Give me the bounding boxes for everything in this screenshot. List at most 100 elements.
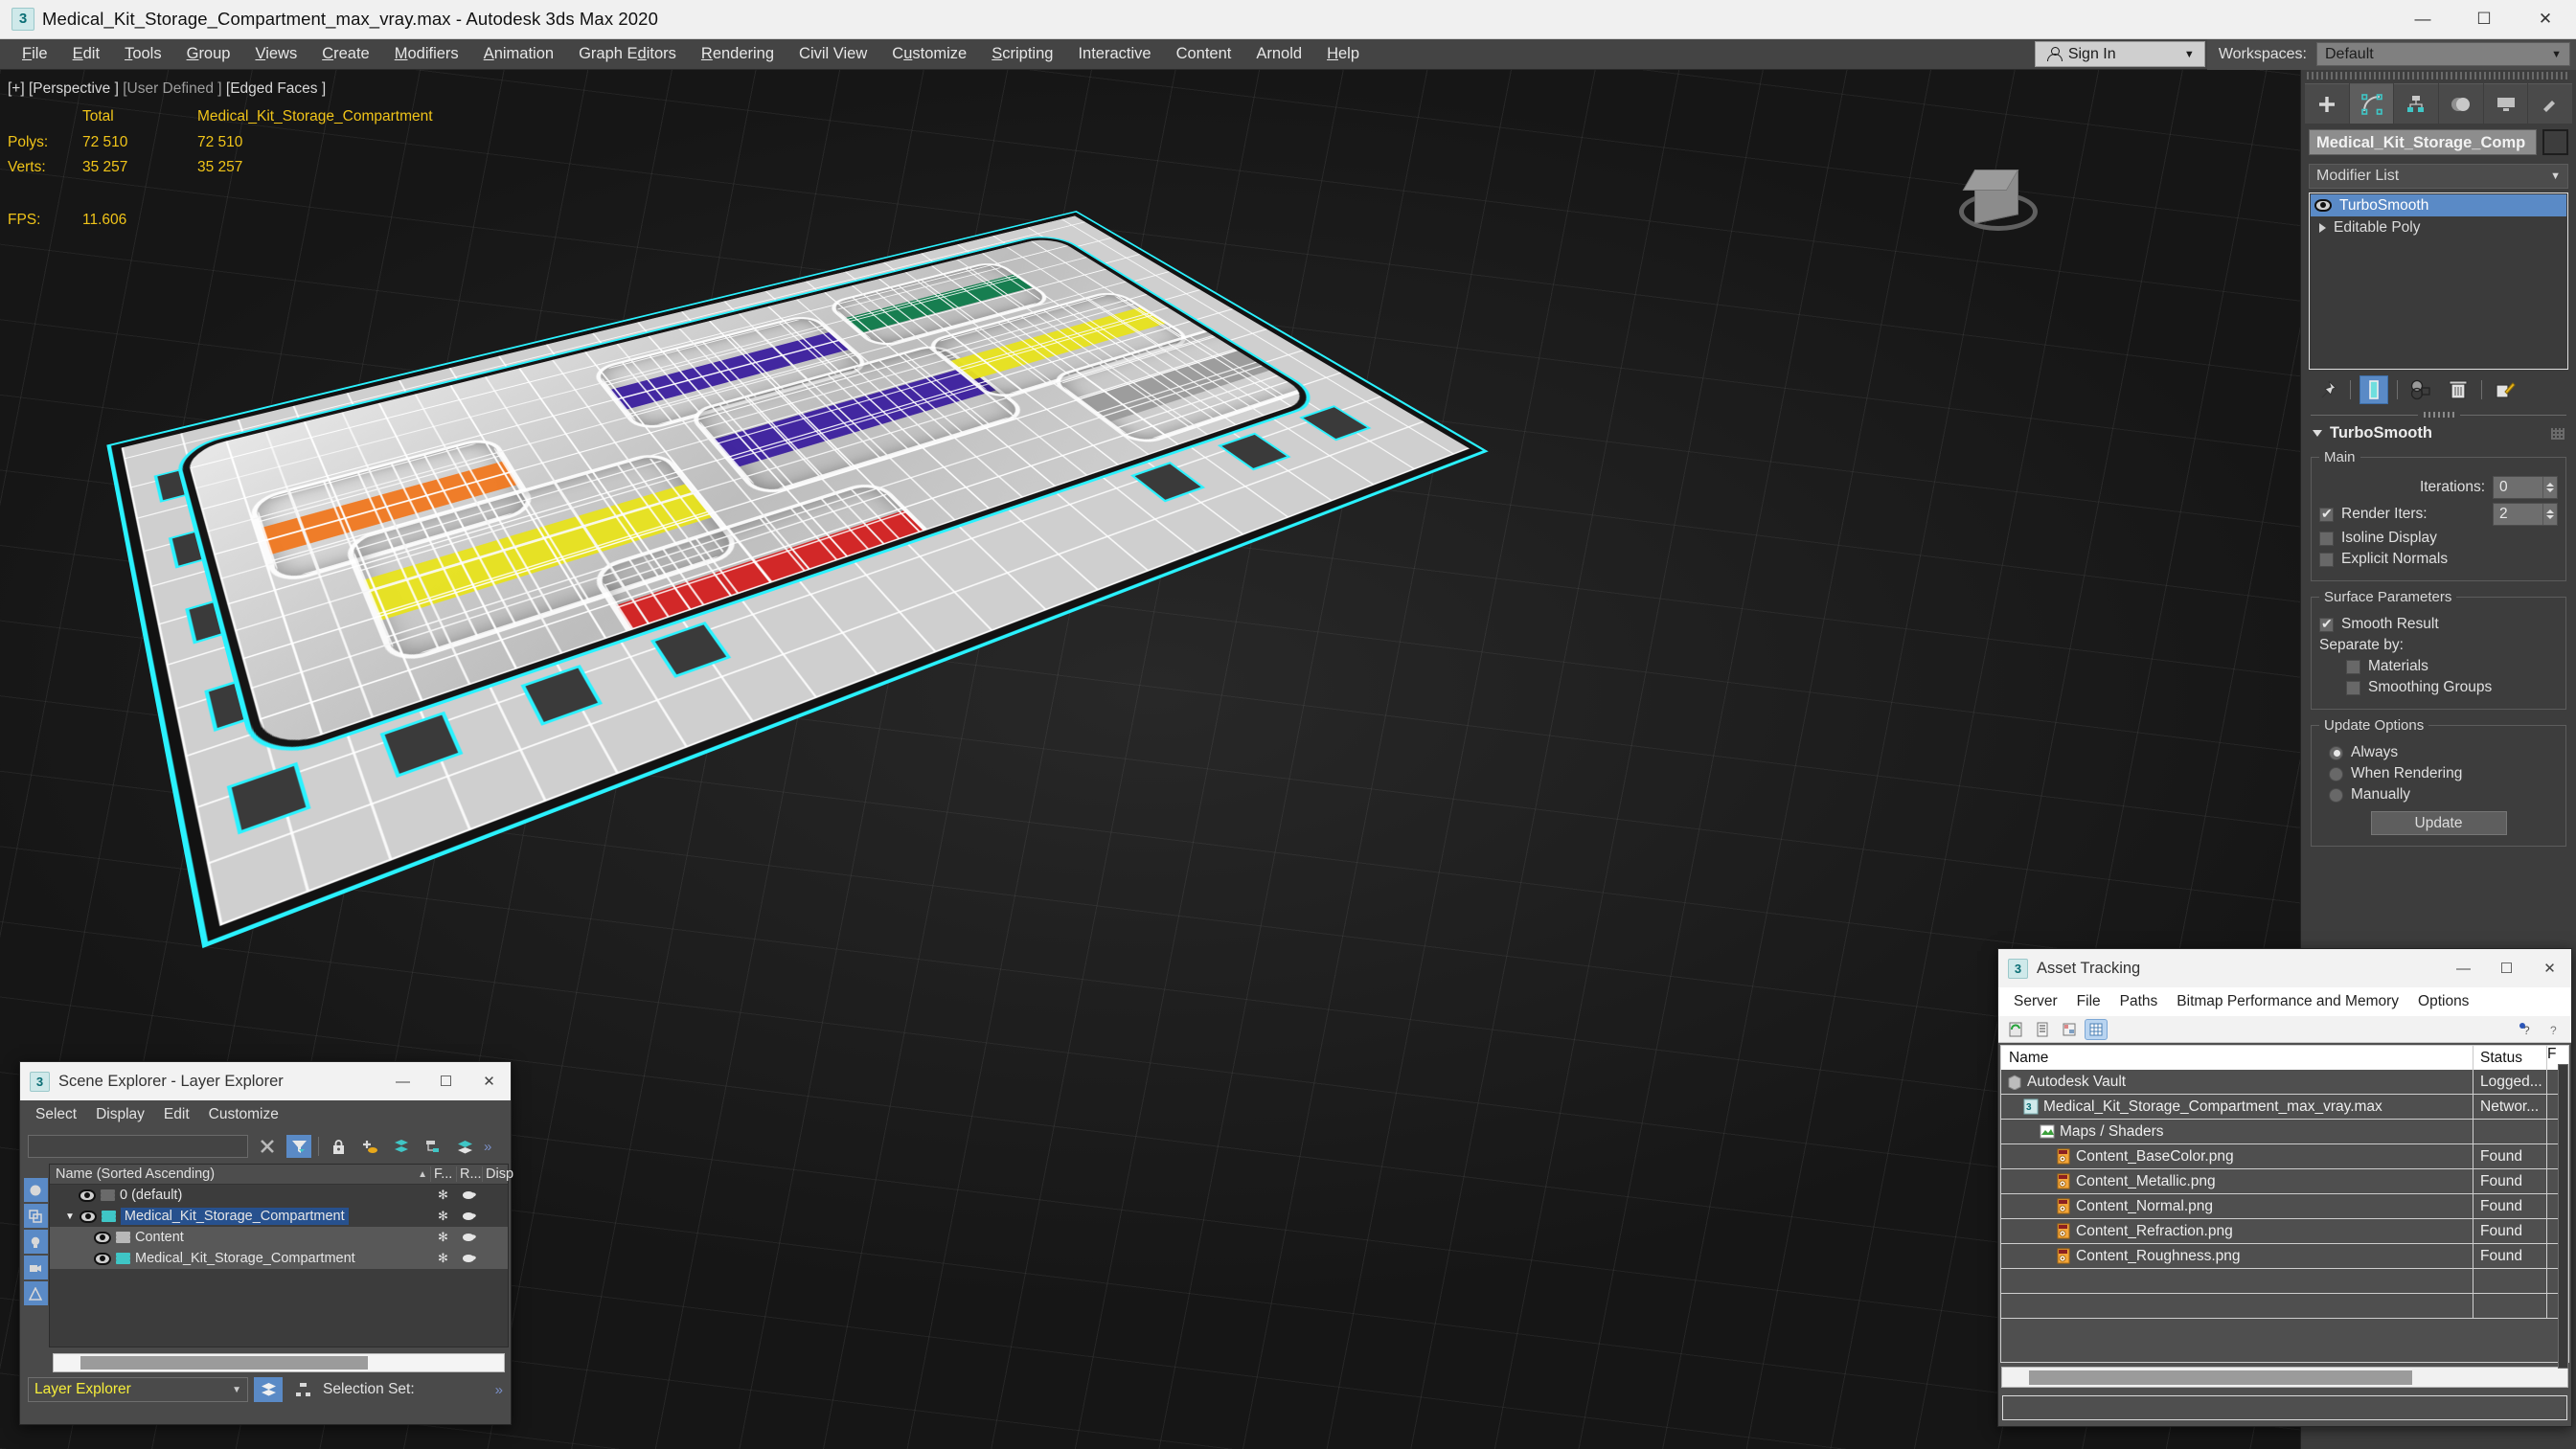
view-cube[interactable] bbox=[1957, 164, 2040, 246]
row-frozen-toggle[interactable]: ✻ bbox=[430, 1251, 456, 1266]
chevron-right-icon[interactable] bbox=[2319, 222, 2326, 233]
expand-arrow-icon[interactable]: ▼ bbox=[65, 1211, 75, 1222]
se-menu-customize[interactable]: Customize bbox=[199, 1103, 288, 1126]
at-menu-bitmap[interactable]: Bitmap Performance and Memory bbox=[2167, 990, 2408, 1013]
footer-overflow-icon[interactable]: » bbox=[495, 1382, 503, 1398]
asset-tracking-vscrollbar[interactable] bbox=[2558, 1064, 2568, 1369]
se-menu-edit[interactable]: Edit bbox=[154, 1103, 199, 1126]
detail-view-icon[interactable] bbox=[2058, 1019, 2081, 1040]
scene-explorer-row[interactable]: ▼ Medical_Kit_Storage_Compartment ✻ bbox=[50, 1206, 508, 1227]
render-iters-stepper[interactable]: 2 bbox=[2493, 503, 2558, 526]
menu-item-create[interactable]: Create bbox=[309, 41, 382, 67]
isoline-display-checkbox[interactable] bbox=[2319, 531, 2334, 546]
clear-search-icon[interactable] bbox=[255, 1135, 280, 1158]
add-selection-to-layer-icon[interactable] bbox=[389, 1135, 414, 1158]
eye-icon[interactable] bbox=[79, 1210, 97, 1223]
make-unique-icon[interactable] bbox=[2406, 375, 2435, 404]
scene-explorer-hscrollbar[interactable] bbox=[53, 1353, 505, 1372]
menu-item-civil-view[interactable]: Civil View bbox=[786, 41, 879, 67]
asset-table-row[interactable]: 3 Medical_Kit_Storage_Compartment_max_vra… bbox=[2001, 1095, 2568, 1120]
menu-item-group[interactable]: Group bbox=[174, 41, 243, 67]
asset-table-row[interactable]: Maps / Shaders bbox=[2001, 1120, 2568, 1144]
list-view-icon[interactable] bbox=[2031, 1019, 2054, 1040]
asset-table-row[interactable]: Content_BaseColor.png Found bbox=[2001, 1144, 2568, 1169]
layers-icon[interactable] bbox=[452, 1135, 477, 1158]
smooth-result-checkbox[interactable] bbox=[2319, 616, 2334, 632]
filter-cameras-icon[interactable] bbox=[23, 1256, 48, 1279]
menu-item-customize[interactable]: Customize bbox=[879, 41, 979, 67]
row-render-toggle[interactable] bbox=[456, 1210, 482, 1224]
utilities-tab[interactable] bbox=[2528, 83, 2573, 124]
hierarchy-mode-icon[interactable] bbox=[288, 1377, 317, 1402]
update-button[interactable]: Update bbox=[2370, 811, 2507, 835]
show-end-result-icon[interactable] bbox=[2359, 375, 2388, 404]
eye-icon[interactable] bbox=[94, 1252, 111, 1265]
viewport-shading-label[interactable]: [User Defined ] bbox=[123, 80, 221, 97]
search-input[interactable] bbox=[28, 1135, 248, 1158]
refresh-icon[interactable] bbox=[2004, 1019, 2027, 1040]
modifier-stack-item-turbosmooth[interactable]: TurboSmooth bbox=[2311, 194, 2566, 216]
menu-item-arnold[interactable]: Arnold bbox=[1243, 41, 1314, 67]
scene-explorer-maximize[interactable]: ☐ bbox=[424, 1062, 467, 1100]
at-menu-paths[interactable]: Paths bbox=[2110, 990, 2168, 1013]
help-icon[interactable]: ? bbox=[2542, 1019, 2565, 1040]
explicit-normals-checkbox[interactable] bbox=[2319, 552, 2334, 567]
filter-helpers-icon[interactable] bbox=[23, 1281, 48, 1305]
menu-item-graph-editors[interactable]: Graph Editors bbox=[566, 41, 689, 67]
asset-table-row[interactable]: Content_Roughness.png Found bbox=[2001, 1244, 2568, 1269]
add-layer-icon[interactable] bbox=[357, 1135, 382, 1158]
row-frozen-toggle[interactable]: ✻ bbox=[430, 1230, 456, 1245]
row-frozen-toggle[interactable]: ✻ bbox=[430, 1209, 456, 1224]
lock-icon[interactable] bbox=[326, 1135, 351, 1158]
menu-item-rendering[interactable]: Rendering bbox=[689, 41, 786, 67]
column-render[interactable]: R... bbox=[456, 1166, 482, 1182]
pin-stack-icon[interactable] bbox=[2313, 375, 2341, 404]
iterations-stepper[interactable]: 0 bbox=[2493, 476, 2558, 499]
update-manually-radio[interactable] bbox=[2329, 787, 2343, 803]
scene-explorer-row[interactable]: 0 (default) ✻ bbox=[50, 1185, 508, 1206]
asset-tracking-minimize[interactable]: — bbox=[2442, 949, 2485, 987]
row-render-toggle[interactable] bbox=[456, 1252, 482, 1266]
sign-in-button[interactable]: Sign In ▼ bbox=[2034, 41, 2205, 67]
column-frozen[interactable]: F... bbox=[430, 1166, 456, 1182]
viewport-view-label[interactable]: [Perspective ] bbox=[29, 80, 119, 97]
create-tab[interactable] bbox=[2305, 83, 2349, 124]
configure-modifier-sets-icon[interactable] bbox=[2491, 375, 2519, 404]
update-when-rendering-radio[interactable] bbox=[2329, 766, 2343, 781]
menu-item-file[interactable]: File bbox=[10, 41, 60, 67]
column-status[interactable]: Status bbox=[2473, 1046, 2547, 1070]
menu-item-content[interactable]: Content bbox=[1164, 41, 1244, 67]
object-name-field[interactable]: Medical_Kit_Storage_Comp bbox=[2309, 129, 2537, 155]
close-button[interactable]: ✕ bbox=[2515, 0, 2576, 39]
display-tab[interactable] bbox=[2483, 83, 2528, 124]
maximize-button[interactable]: ☐ bbox=[2453, 0, 2515, 39]
toolbar-overflow-icon[interactable]: » bbox=[484, 1139, 491, 1155]
menu-item-interactive[interactable]: Interactive bbox=[1065, 41, 1163, 67]
eye-icon[interactable] bbox=[94, 1231, 111, 1244]
se-menu-display[interactable]: Display bbox=[86, 1103, 154, 1126]
asset-tracking-close[interactable]: ✕ bbox=[2528, 949, 2571, 987]
asset-tracking-window[interactable]: 3 Asset Tracking — ☐ ✕ Server File Paths… bbox=[1997, 948, 2572, 1427]
modifier-list-dropdown[interactable]: Modifier List ▼ bbox=[2309, 164, 2568, 189]
filter-icon[interactable] bbox=[286, 1135, 311, 1158]
asset-tracking-titlebar[interactable]: 3 Asset Tracking — ☐ ✕ bbox=[1998, 949, 2571, 987]
filter-lights-icon[interactable] bbox=[23, 1230, 48, 1254]
asset-table-row[interactable]: Content_Normal.png Found bbox=[2001, 1194, 2568, 1219]
column-name[interactable]: Name bbox=[2001, 1046, 2473, 1070]
rollout-header[interactable]: TurboSmooth bbox=[2309, 421, 2568, 445]
at-menu-file[interactable]: File bbox=[2067, 990, 2110, 1013]
scrollbar-thumb[interactable] bbox=[80, 1356, 368, 1370]
menu-item-help[interactable]: Help bbox=[1314, 41, 1372, 67]
eye-icon[interactable] bbox=[79, 1189, 96, 1202]
row-render-toggle[interactable] bbox=[456, 1231, 482, 1245]
modify-tab[interactable] bbox=[2349, 83, 2394, 124]
modifier-stack[interactable]: TurboSmooth Editable Poly bbox=[2309, 192, 2568, 370]
menu-item-animation[interactable]: Animation bbox=[471, 41, 566, 67]
se-menu-select[interactable]: Select bbox=[26, 1103, 86, 1126]
scene-explorer-list[interactable]: Name (Sorted Ascending) ▲ F... R... Disp… bbox=[49, 1164, 513, 1347]
hierarchy-tab[interactable] bbox=[2394, 83, 2439, 124]
column-name[interactable]: Name (Sorted Ascending) bbox=[50, 1166, 418, 1182]
hierarchy-toggle-icon[interactable] bbox=[421, 1135, 445, 1158]
asset-tracking-table[interactable]: Name Status F Autodesk Vault Logged... 3 Me… bbox=[2000, 1045, 2569, 1363]
filter-geometry-icon[interactable] bbox=[23, 1178, 48, 1202]
